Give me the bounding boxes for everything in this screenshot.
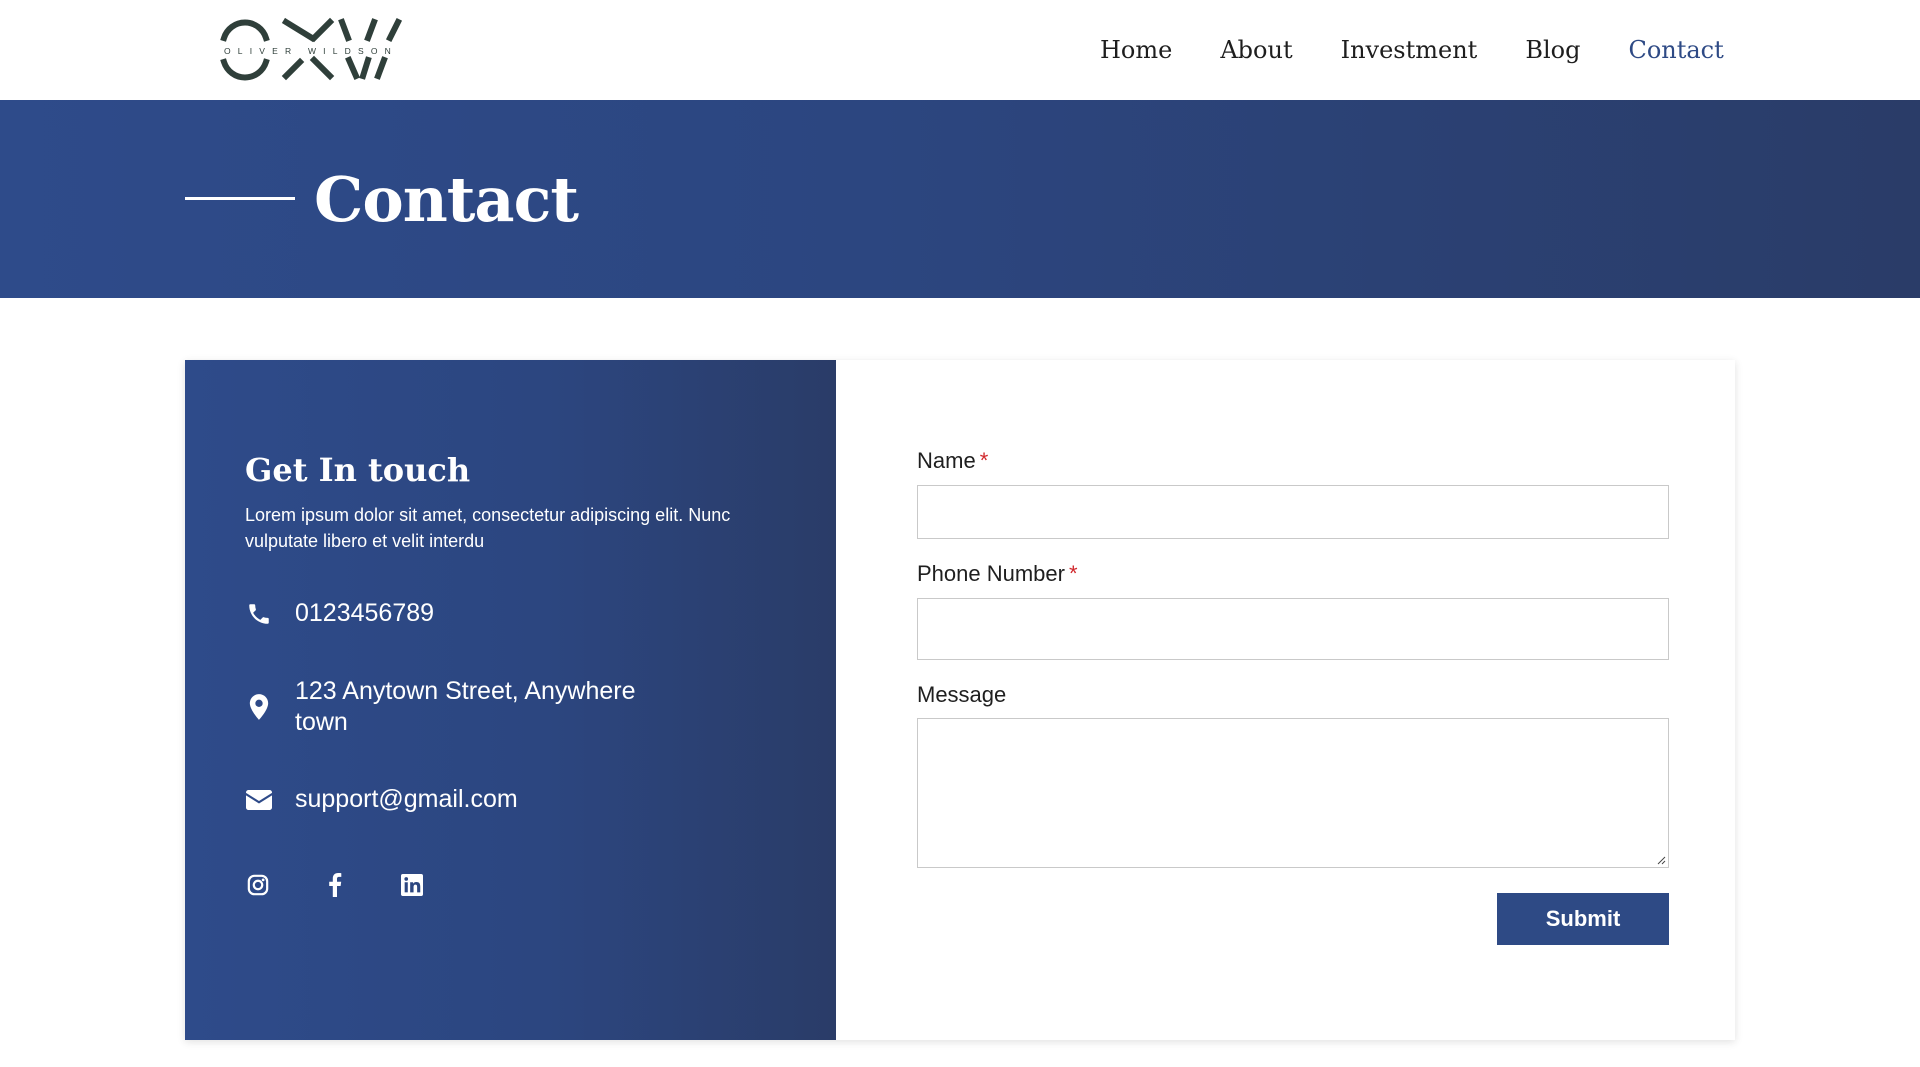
name-required-mark: * <box>979 448 989 473</box>
name-label: Name * <box>917 446 988 476</box>
nav-about[interactable]: About <box>1220 30 1292 70</box>
logo-tagline: OLIVER WILDSON <box>224 46 398 56</box>
contact-info-description: Lorem ipsum dolor sit amet, consectetur … <box>245 505 731 551</box>
main-nav: Home About Investment Blog Contact <box>1100 30 1772 70</box>
map-pin-icon <box>245 693 273 721</box>
name-label-text: Name <box>917 448 976 473</box>
contact-section: Get In touch Lorem ipsum dolor sit amet,… <box>185 360 1735 1040</box>
message-label-text: Message <box>917 682 1007 707</box>
nav-investment[interactable]: Investment <box>1341 30 1478 70</box>
contact-phone: 0123456789 <box>245 598 675 629</box>
contact-form: Name * Phone Number * Message Submit <box>917 360 1669 1040</box>
instagram-icon[interactable] <box>245 872 271 898</box>
phone-icon <box>245 600 273 628</box>
name-input[interactable] <box>917 485 1669 539</box>
contact-address-text: 123 Anytown Street, Anywhere town <box>295 677 636 736</box>
banner-divider <box>185 197 295 200</box>
site-logo[interactable]: OLIVER WILDSON <box>218 14 403 84</box>
site-header: OLIVER WILDSON Home About Investment Blo… <box>0 0 1920 100</box>
contact-address: 123 Anytown Street, Anywhere town <box>245 676 675 738</box>
phone-label-text: Phone Number <box>917 561 1065 586</box>
contact-info-panel: Get In touch Lorem ipsum dolor sit amet,… <box>185 360 836 1040</box>
nav-blog[interactable]: Blog <box>1525 30 1580 70</box>
contact-info-title: Get In touch <box>245 451 471 489</box>
phone-required-mark: * <box>1068 561 1078 586</box>
linkedin-icon[interactable] <box>399 872 425 898</box>
contact-email-text[interactable]: support@gmail.com <box>295 784 675 815</box>
contact-email: support@gmail.com <box>245 784 675 815</box>
resize-handle-icon[interactable] <box>1656 855 1666 865</box>
page-title: Contact <box>314 163 579 236</box>
nav-home[interactable]: Home <box>1100 30 1172 70</box>
envelope-icon <box>245 786 273 814</box>
contact-phone-text[interactable]: 0123456789 <box>295 598 675 629</box>
facebook-icon[interactable] <box>322 872 348 898</box>
message-textarea[interactable] <box>917 718 1669 868</box>
phone-input[interactable] <box>917 598 1669 660</box>
submit-button[interactable]: Submit <box>1497 893 1669 945</box>
nav-contact[interactable]: Contact <box>1628 30 1723 70</box>
page-banner: Contact <box>0 100 1920 298</box>
phone-label: Phone Number * <box>917 559 1078 589</box>
message-label: Message <box>917 680 1006 710</box>
